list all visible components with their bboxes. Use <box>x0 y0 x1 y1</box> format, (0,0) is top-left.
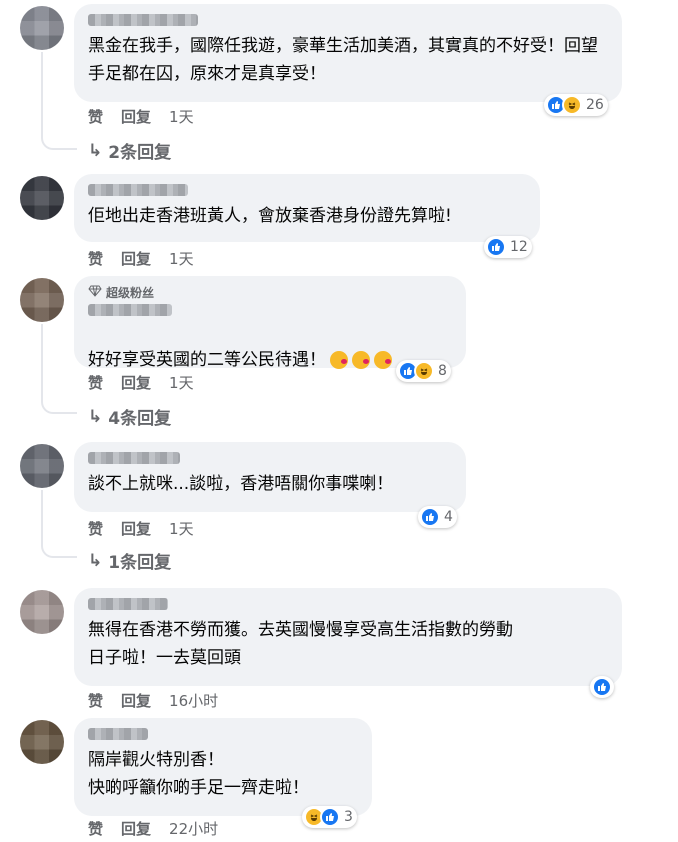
diamond-icon <box>88 285 102 300</box>
timestamp[interactable]: 22小时 <box>169 818 218 839</box>
commenter-name[interactable] <box>88 14 198 26</box>
like-button[interactable]: 赞 <box>88 248 103 269</box>
avatar[interactable] <box>20 176 64 220</box>
reply-arrow-icon: ↳ <box>88 140 103 161</box>
commenter-name[interactable] <box>88 728 148 740</box>
thread-line <box>41 324 77 414</box>
kissing-heart-emoji-icon <box>352 351 370 369</box>
badge-label: 超级粉丝 <box>106 286 155 300</box>
like-icon <box>320 807 340 827</box>
reply-button[interactable]: 回复 <box>121 248 151 269</box>
reaction-count: 26 <box>586 97 604 113</box>
reply-button[interactable]: 回复 <box>121 372 151 393</box>
comment-bubble: 隔岸觀火特別香！ 快啲呼籲你啲手足一齊走啦！ <box>74 718 372 816</box>
comment-text: 隔岸觀火特別香！ 快啲呼籲你啲手足一齊走啦！ <box>88 750 309 798</box>
avatar[interactable] <box>20 720 64 764</box>
kissing-heart-emoji-icon <box>330 351 348 369</box>
like-button[interactable]: 赞 <box>88 518 103 539</box>
haha-icon <box>414 361 434 381</box>
like-button[interactable]: 赞 <box>88 372 103 393</box>
like-icon <box>592 677 612 697</box>
comment-text-body: 好好享受英國的二等公民待遇！ <box>88 350 326 370</box>
avatar[interactable] <box>20 444 64 488</box>
view-replies-button[interactable]: ↳ 1条回复 <box>88 548 172 574</box>
reply-button[interactable]: 回复 <box>121 518 151 539</box>
comment-actions: 赞 回复 16小时 <box>88 690 218 711</box>
comment-bubble: 黑金在我手，國際任我遊，豪華生活加美酒，其實真的不好受！回望手足都在囚，原來才是… <box>74 4 622 102</box>
view-replies-button[interactable]: ↳ 2条回复 <box>88 138 172 164</box>
comment-bubble: 談不上就咪...談啦，香港唔關你事喋喇！ <box>74 442 466 512</box>
commenter-name[interactable] <box>88 184 188 196</box>
reaction-summary[interactable]: 8 <box>396 360 451 382</box>
replies-label: 4条回复 <box>108 409 172 429</box>
like-icon <box>420 507 440 527</box>
timestamp[interactable]: 1天 <box>169 106 194 127</box>
commenter-name[interactable] <box>88 598 168 610</box>
reply-button[interactable]: 回复 <box>121 818 151 839</box>
reaction-summary[interactable]: 12 <box>484 236 532 258</box>
comment-text: 無得在香港不勞而獲。去英國慢慢享受高生活指數的勞動 日子啦！一去莫回頭 <box>88 620 513 668</box>
reaction-summary[interactable] <box>590 676 614 698</box>
commenter-name[interactable] <box>88 304 172 316</box>
like-button[interactable]: 赞 <box>88 106 103 127</box>
replies-label: 2条回复 <box>108 143 172 163</box>
view-replies-button[interactable]: ↳ 4条回复 <box>88 404 172 430</box>
timestamp[interactable]: 1天 <box>169 248 194 269</box>
like-icon <box>486 237 506 257</box>
comment-actions: 赞 回复 1天 <box>88 106 194 127</box>
reaction-count: 3 <box>344 809 353 825</box>
reaction-count: 12 <box>510 239 528 255</box>
reply-arrow-icon: ↳ <box>88 406 103 427</box>
comment-actions: 赞 回复 22小时 <box>88 818 218 839</box>
comment-bubble: 超级粉丝 好好享受英國的二等公民待遇！ <box>74 276 466 370</box>
avatar[interactable] <box>20 6 64 50</box>
timestamp[interactable]: 16小时 <box>169 690 218 711</box>
reaction-count: 4 <box>444 509 453 525</box>
reply-button[interactable]: 回复 <box>121 106 151 127</box>
timestamp[interactable]: 1天 <box>169 372 194 393</box>
avatar[interactable] <box>20 590 64 634</box>
thread-line <box>41 52 77 150</box>
comment-actions: 赞 回复 1天 <box>88 248 194 269</box>
comment-text: 佢地出走香港班黃人，會放棄香港身份證先算啦! <box>88 206 452 226</box>
comment-text: 談不上就咪...談啦，香港唔關你事喋喇！ <box>88 474 394 494</box>
comment-bubble: 無得在香港不勞而獲。去英國慢慢享受高生活指數的勞動 日子啦！一去莫回頭 <box>74 588 622 686</box>
reaction-count: 8 <box>438 363 447 379</box>
thread-line <box>41 490 77 558</box>
replies-label: 1条回复 <box>108 553 172 573</box>
comment-bubble: 佢地出走香港班黃人，會放棄香港身份證先算啦! <box>74 174 540 242</box>
comment-actions: 赞 回复 1天 <box>88 372 194 393</box>
fan-badge[interactable]: 超级粉丝 <box>88 284 452 301</box>
avatar[interactable] <box>20 278 64 322</box>
like-button[interactable]: 赞 <box>88 690 103 711</box>
reaction-summary[interactable]: 26 <box>544 94 608 116</box>
like-button[interactable]: 赞 <box>88 818 103 839</box>
comment-text: 黑金在我手，國際任我遊，豪華生活加美酒，其實真的不好受！回望手足都在囚，原來才是… <box>88 36 598 84</box>
timestamp[interactable]: 1天 <box>169 518 194 539</box>
reaction-summary[interactable]: 4 <box>418 506 457 528</box>
commenter-name[interactable] <box>88 452 180 464</box>
haha-icon <box>562 95 582 115</box>
reply-button[interactable]: 回复 <box>121 690 151 711</box>
comment-actions: 赞 回复 1天 <box>88 518 194 539</box>
reaction-summary[interactable]: 3 <box>302 806 357 828</box>
reply-arrow-icon: ↳ <box>88 550 103 571</box>
kissing-heart-emoji-icon <box>374 351 392 369</box>
